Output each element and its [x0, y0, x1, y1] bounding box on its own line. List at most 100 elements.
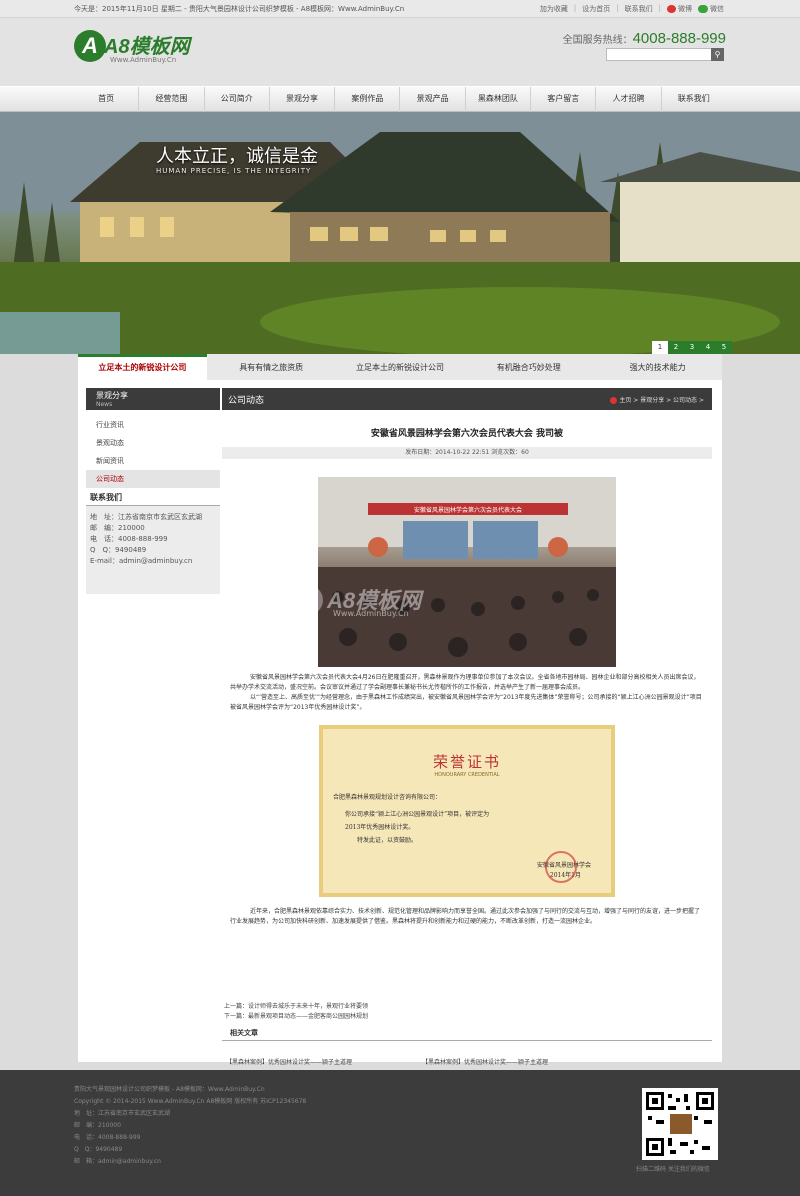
related-item[interactable]: 【黑森林案例】优秀园林设计奖——颍子主道理	[418, 1057, 614, 1066]
separator: |	[616, 4, 619, 12]
feature-item[interactable]: 立足本土的新锐设计公司	[78, 354, 207, 380]
banner-page-1[interactable]: 1	[652, 341, 668, 354]
date-text: 今天是：2015年11月10日 星期二 - 贵阳大气景园林设计公司织梦模板 - …	[74, 5, 405, 13]
article-paragraph: 以“‘营造至上、高质至优’”为经营理念，由于黑森林工作成绩突出，被安徽省风景园林…	[230, 694, 702, 711]
header: A A8模板网 Www.AdminBuy.Cn 全国服务热线：4008-888-…	[0, 18, 800, 86]
sidebar-item-company[interactable]: 公司动态	[86, 470, 220, 488]
banner-page-2[interactable]: 2	[668, 341, 684, 354]
top-links: 加为收藏 | 设为首页 | 联系我们 | 微博 微信	[540, 4, 724, 14]
article-photo: 安徽省风景园林学会第六次会员代表大会 A8模板网 Www.AdminBuy.Cn	[318, 477, 616, 667]
certificate-subtitle: HONOURARY CREDENTIAL	[434, 772, 500, 778]
sidebar-item-industry[interactable]: 行业资讯	[86, 416, 220, 434]
separator: |	[658, 4, 661, 12]
sidebar-item-news[interactable]: 新闻资讯	[86, 452, 220, 470]
prev-article-link[interactable]: 上一篇：设计师得去城乐于未来十年，景观行业将要领	[224, 1002, 368, 1012]
wechat-label: 微信	[710, 5, 724, 13]
feature-item[interactable]: 强大的技术能力	[593, 354, 722, 380]
contact-postcode: 邮 编：210000	[90, 524, 145, 532]
article-title: 安徽省风景园林学会第六次会员代表大会 我司被	[370, 429, 564, 439]
wechat-link[interactable]: 微信	[698, 4, 724, 14]
main-content-area: 景观分享 News 行业资讯 景观动态 新闻资讯 公司动态 联系我们 地 址：江…	[78, 380, 722, 1066]
nav-item-team[interactable]: 黑森林团队	[466, 87, 532, 113]
contact-address: 地 址：江苏省南京市玄武区玄武湖	[90, 513, 202, 521]
breadcrumb-text: 主页 > 景观分享 > 公司动态 >	[619, 397, 704, 404]
weibo-icon	[667, 5, 676, 13]
logo-mark: A	[74, 30, 106, 62]
article-meta: 发布日期：2014-10-22 22:51 浏览次数：60	[222, 447, 712, 459]
related-item[interactable]: 【黑森林案例】优秀园林设计奖——颍子主道理	[222, 1057, 418, 1066]
nav-item-about[interactable]: 公司简介	[205, 87, 270, 113]
article-paragraph: 近年来，合肥黑森林景观依靠综合实力、技术创新、规范化管理和品牌影响力而享誉全国。…	[230, 908, 701, 925]
nav-item-home[interactable]: 首页	[74, 87, 140, 113]
main-nav: 首页 经营范围 公司简介 景观分享 案例作品 景观产品 黑森林团队 客户留言 人…	[0, 86, 800, 113]
footer-info: 贵阳大气景观园林设计公司织梦模板 - A8模板网：Www.AdminBuy.Cn…	[74, 1084, 306, 1168]
feature-item[interactable]: 有机融合巧妙处理	[464, 354, 593, 380]
banner-page-4[interactable]: 4	[700, 341, 716, 354]
certificate-body: 2013年优秀园林设计奖。	[345, 824, 415, 831]
banner-slogan-en: HUMAN PRECISE, IS THE INTEGRITY	[156, 167, 312, 175]
contact-block: 地 址：江苏省南京市玄武区玄武湖 邮 编：210000 电 话：4008-888…	[86, 506, 220, 594]
article-panel: 公司动态 主页 > 景观分享 > 公司动态 > 安徽省风景园林学会第六次会员代表…	[222, 388, 712, 1066]
search-icon[interactable]: ⚲	[711, 48, 724, 61]
contact-heading: 联系我们	[86, 490, 220, 506]
nav-item-contact[interactable]: 联系我们	[662, 87, 726, 113]
qr-code-icon	[646, 1092, 714, 1156]
contact-email: E-mail：admin@adminbuy.cn	[90, 557, 193, 565]
feature-bar: 立足本土的新锐设计公司 具有有情之旅资质 立足本土的新锐设计公司 有机融合巧妙处…	[78, 354, 722, 380]
set-homepage-link[interactable]: 设为首页	[582, 4, 610, 14]
nav-item-cases[interactable]: 案例作品	[335, 87, 401, 113]
certificate-company: 合肥黑森林景观规划设计咨询有限公司：	[333, 794, 442, 801]
sidebar-menu: 行业资讯 景观动态 新闻资讯 公司动态	[86, 416, 220, 488]
nav-item-messages[interactable]: 客户留言	[531, 87, 597, 113]
banner-scene	[0, 112, 800, 354]
site-logo[interactable]: A A8模板网 Www.AdminBuy.Cn	[74, 28, 204, 70]
qr-code	[642, 1088, 718, 1160]
contact-qq: Q Q：9490489	[90, 546, 147, 554]
article-paragraph: 安徽省风景园林学会第六次会员代表大会4月26日在肥隆重召开，黑森林景观作为理事单…	[230, 674, 700, 691]
banner-page-3[interactable]: 3	[684, 341, 700, 354]
footer-line: 邮 编：210000	[74, 1122, 121, 1129]
feature-item[interactable]: 具有有情之旅资质	[207, 354, 336, 380]
footer-line: 邮 箱：admin@adminbuy.cn	[74, 1158, 161, 1165]
next-article-link[interactable]: 下一篇：最新景观项目动态——金肥客商公园园林规划	[224, 1012, 368, 1022]
breadcrumb[interactable]: 主页 > 景观分享 > 公司动态 >	[610, 395, 704, 404]
nav-item-jobs[interactable]: 人才招聘	[596, 87, 662, 113]
add-favorite-link[interactable]: 加为收藏	[540, 4, 568, 14]
footer-line: 贵阳大气景观园林设计公司织梦模板 - A8模板网：Www.AdminBuy.Cn	[74, 1086, 265, 1093]
footer-line: Q Q：9490489	[74, 1146, 123, 1153]
hotline-number: 4008-888-999	[632, 30, 726, 47]
sidebar-item-landscape[interactable]: 景观动态	[86, 434, 220, 452]
search-input[interactable]: ⚲	[606, 48, 724, 61]
qr-caption: 扫描二维码 关注我们的微信	[636, 1166, 710, 1173]
top-bar: 今天是：2015年11月10日 星期二 - 贵阳大气景园林设计公司织梦模板 - …	[0, 0, 800, 18]
certificate-image: 荣誉证书 HONOURARY CREDENTIAL 合肥黑森林景观规划设计咨询有…	[319, 725, 615, 897]
hotline-label: 全国服务热线：	[562, 35, 633, 46]
photo-banner-text: 安徽省风景园林学会第六次会员代表大会	[414, 506, 522, 514]
sidebar-title: 景观分享	[96, 391, 128, 400]
footer-line: Copyright © 2014-2015 Www.AdminBuy.Cn A8…	[74, 1098, 307, 1105]
footer-line: 地 址：江苏省南京市玄武区玄武湖	[74, 1110, 171, 1117]
nav-item-products[interactable]: 景观产品	[400, 87, 466, 113]
footer-line: 电 话：4008-888-999	[74, 1134, 141, 1141]
weibo-label: 微博	[678, 5, 692, 13]
sidebar-header: 景观分享 News	[86, 388, 220, 410]
logo-name: A8模板网	[104, 36, 190, 58]
contact-phone: 电 话：4008-888-999	[90, 535, 168, 543]
weibo-link[interactable]: 微博	[667, 4, 692, 14]
certificate-title: 荣誉证书	[432, 753, 501, 771]
prev-next-links: 上一篇：设计师得去城乐于未来十年，景观行业将要领 下一篇：最新景观项目动态——金…	[224, 1002, 368, 1022]
nav-item-business[interactable]: 经营范围	[139, 87, 205, 113]
separator: |	[573, 4, 577, 12]
contact-us-link[interactable]: 联系我们	[625, 4, 653, 14]
section-title: 公司动态	[228, 396, 265, 406]
content-header: 公司动态 主页 > 景观分享 > 公司动态 >	[222, 388, 712, 410]
wechat-icon	[698, 5, 708, 13]
hotline: 全国服务热线：4008-888-999	[563, 30, 726, 47]
certificate-body: 你公司承接“颍上江心洲公园景观设计”项目，被评定为	[345, 811, 490, 818]
footer: 贵阳大气景观园林设计公司织梦模板 - A8模板网：Www.AdminBuy.Cn…	[0, 1070, 800, 1196]
banner-slogan: 人本立正，诚信是金	[156, 146, 318, 167]
banner-page-5[interactable]: 5	[716, 341, 732, 354]
conference-photo: 安徽省风景园林学会第六次会员代表大会	[318, 477, 616, 667]
nav-item-share[interactable]: 景观分享	[270, 87, 336, 113]
feature-item[interactable]: 立足本土的新锐设计公司	[336, 354, 465, 380]
